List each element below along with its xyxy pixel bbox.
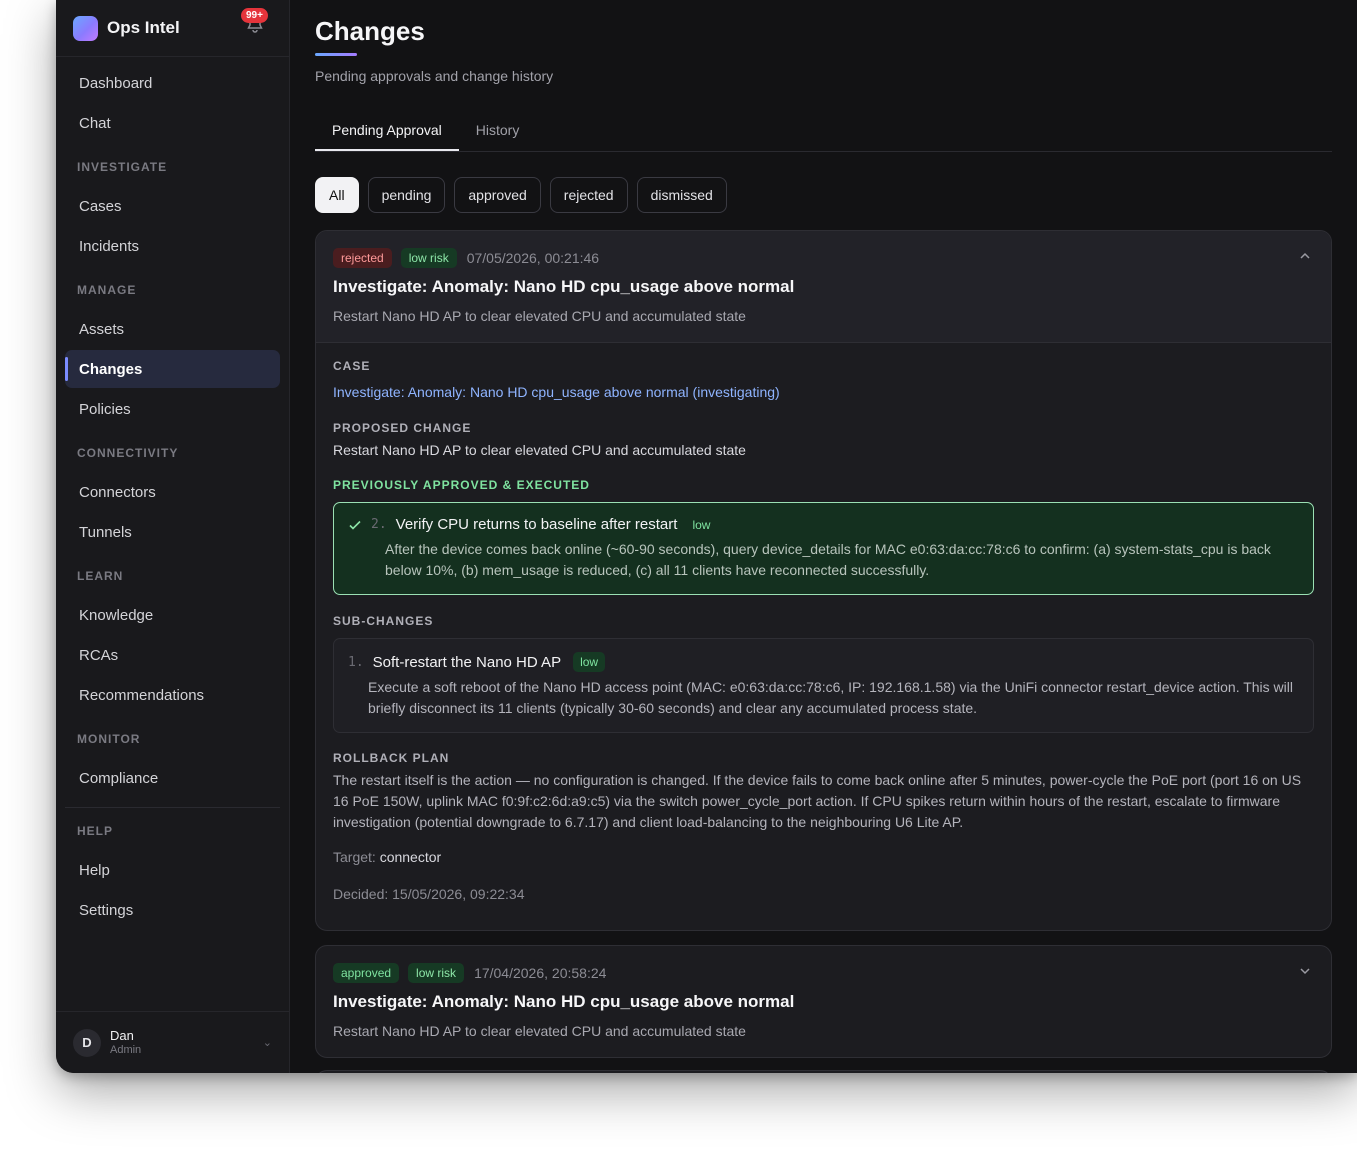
sidebar-item-rcas[interactable]: RCAs: [65, 636, 280, 674]
sidebar-item-cases[interactable]: Cases: [65, 187, 280, 225]
user-role: Admin: [110, 1043, 142, 1056]
sidebar-divider: [65, 807, 280, 808]
sub-change: 1. Soft-restart the Nano HD AP low Execu…: [333, 638, 1314, 733]
rollback-text: The restart itself is the action — no co…: [333, 772, 1302, 830]
sidebar-nav: Dashboard Chat INVESTIGATE Cases Inciden…: [56, 57, 289, 929]
decided-timestamp: Decided: 15/05/2026, 09:22:34: [333, 886, 525, 902]
nav-section-connectivity: CONNECTIVITY: [77, 446, 179, 460]
sidebar-item-settings[interactable]: Settings: [65, 891, 280, 929]
sidebar-item-incidents[interactable]: Incidents: [65, 227, 280, 265]
tab-pending-approval[interactable]: Pending Approval: [315, 113, 459, 151]
sidebar-item-help[interactable]: Help: [65, 851, 280, 889]
sidebar: Ops Intel 99+ Dashboard Chat INVESTIGATE…: [56, 0, 290, 1073]
filter-all[interactable]: All: [315, 177, 359, 213]
user-name: Dan: [110, 1027, 134, 1043]
nav-section-manage: MANAGE: [77, 283, 137, 297]
sidebar-item-knowledge[interactable]: Knowledge: [65, 596, 280, 634]
chevron-up-icon[interactable]: [1297, 248, 1313, 264]
sidebar-item-assets[interactable]: Assets: [65, 310, 280, 348]
proposed-change-label: PROPOSED CHANGE: [333, 421, 472, 435]
change-title: Investigate: Anomaly: Nano HD cpu_usage …: [333, 992, 795, 1011]
status-badge: rejected: [333, 248, 392, 268]
target-row: Target: connector: [333, 849, 1314, 865]
change-card-header[interactable]: rejected low risk 07/05/2026, 00:21:46 I…: [316, 231, 1331, 343]
check-icon: [349, 520, 361, 530]
step-title: Verify CPU returns to baseline after res…: [395, 516, 678, 533]
sidebar-item-tunnels[interactable]: Tunnels: [65, 513, 280, 551]
executed-step: 2. Verify CPU returns to baseline after …: [333, 502, 1314, 595]
change-card-body: CASE Investigate: Anomaly: Nano HD cpu_u…: [316, 343, 1331, 920]
status-filter-bar: All pending approved rejected dismissed: [315, 177, 727, 213]
user-menu[interactable]: D Dan Admin ⌄: [56, 1011, 290, 1073]
sub-change-risk: low: [573, 652, 606, 672]
step-risk: low: [692, 517, 711, 532]
chevron-down-icon[interactable]: [1297, 963, 1313, 979]
target-key: Target:: [333, 849, 376, 865]
page-title: Changes: [315, 16, 425, 46]
sub-change-title: Soft-restart the Nano HD AP: [372, 653, 562, 671]
sub-change-description: Execute a soft reboot of the Nano HD acc…: [368, 679, 1293, 716]
target-value: connector: [379, 849, 442, 865]
change-title: Investigate: Anomaly: Nano HD cpu_usage …: [333, 277, 795, 296]
proposed-change-text: Restart Nano HD AP to clear elevated CPU…: [333, 442, 746, 458]
sidebar-item-connectors[interactable]: Connectors: [65, 473, 280, 511]
filter-approved[interactable]: approved: [454, 177, 541, 213]
change-meta: approved low risk 17/04/2026, 20:58:24: [333, 963, 1314, 983]
user-meta: Dan Admin: [110, 1027, 142, 1057]
nav-section-monitor: MONITOR: [77, 732, 141, 746]
sidebar-item-chat[interactable]: Chat: [65, 104, 280, 142]
sidebar-item-compliance[interactable]: Compliance: [65, 759, 280, 797]
risk-badge: low risk: [400, 248, 457, 268]
avatar: D: [73, 1028, 101, 1057]
filter-dismissed[interactable]: dismissed: [636, 177, 727, 213]
case-link[interactable]: Investigate: Anomaly: Nano HD cpu_usage …: [333, 384, 1314, 400]
change-meta: rejected low risk 07/05/2026, 00:21:46: [333, 248, 1314, 268]
status-badge: approved: [333, 963, 400, 983]
app-window: Ops Intel 99+ Dashboard Chat INVESTIGATE…: [56, 0, 1357, 1073]
main-content: Changes Pending approvals and change his…: [290, 0, 1357, 1073]
change-description: Restart Nano HD AP to clear elevated CPU…: [333, 308, 746, 324]
sidebar-item-policies[interactable]: Policies: [65, 390, 280, 428]
sub-change-header: 1. Soft-restart the Nano HD AP low: [348, 652, 1296, 672]
executed-step-header: 2. Verify CPU returns to baseline after …: [348, 516, 1296, 533]
title-underline: [315, 53, 357, 56]
rollback-label: ROLLBACK PLAN: [333, 751, 450, 765]
filter-pending[interactable]: pending: [367, 177, 446, 213]
nav-section-learn: LEARN: [77, 569, 124, 583]
tab-history[interactable]: History: [459, 113, 537, 151]
risk-badge: low risk: [408, 963, 465, 983]
chevron-down-icon[interactable]: ⌄: [263, 1036, 272, 1049]
app-logo: [73, 15, 98, 41]
change-card: rejected low risk 07/05/2026, 00:21:46 I…: [315, 230, 1332, 931]
nav-section-help: HELP: [77, 824, 114, 838]
case-label: CASE: [333, 359, 371, 373]
brand: Ops Intel 99+: [56, 0, 289, 57]
change-description: Restart Nano HD AP to clear elevated CPU…: [333, 1023, 746, 1039]
executed-label: PREVIOUSLY APPROVED & EXECUTED: [333, 478, 590, 492]
step-number: 2.: [371, 517, 387, 532]
notification-count-badge: 99+: [241, 8, 268, 23]
change-timestamp: 07/05/2026, 00:21:46: [466, 250, 600, 266]
app-name: Ops Intel: [107, 18, 180, 37]
page-subtitle: Pending approvals and change history: [315, 68, 554, 84]
change-card-peek: [315, 1070, 1332, 1073]
sidebar-item-recommendations[interactable]: Recommendations: [65, 676, 280, 714]
sidebar-item-changes[interactable]: Changes: [65, 350, 280, 388]
nav-section-investigate: INVESTIGATE: [77, 160, 168, 174]
tab-bar: Pending Approval History: [315, 113, 1332, 152]
filter-rejected[interactable]: rejected: [549, 177, 628, 213]
change-card: approved low risk 17/04/2026, 20:58:24 I…: [315, 945, 1332, 1058]
change-timestamp: 17/04/2026, 20:58:24: [474, 965, 607, 981]
change-card-header[interactable]: approved low risk 17/04/2026, 20:58:24 I…: [316, 946, 1331, 1057]
sub-changes-label: SUB-CHANGES: [333, 614, 434, 628]
step-description: After the device comes back online (~60-…: [385, 541, 1271, 578]
sidebar-item-dashboard[interactable]: Dashboard: [65, 64, 280, 102]
sub-change-number: 1.: [348, 654, 364, 670]
